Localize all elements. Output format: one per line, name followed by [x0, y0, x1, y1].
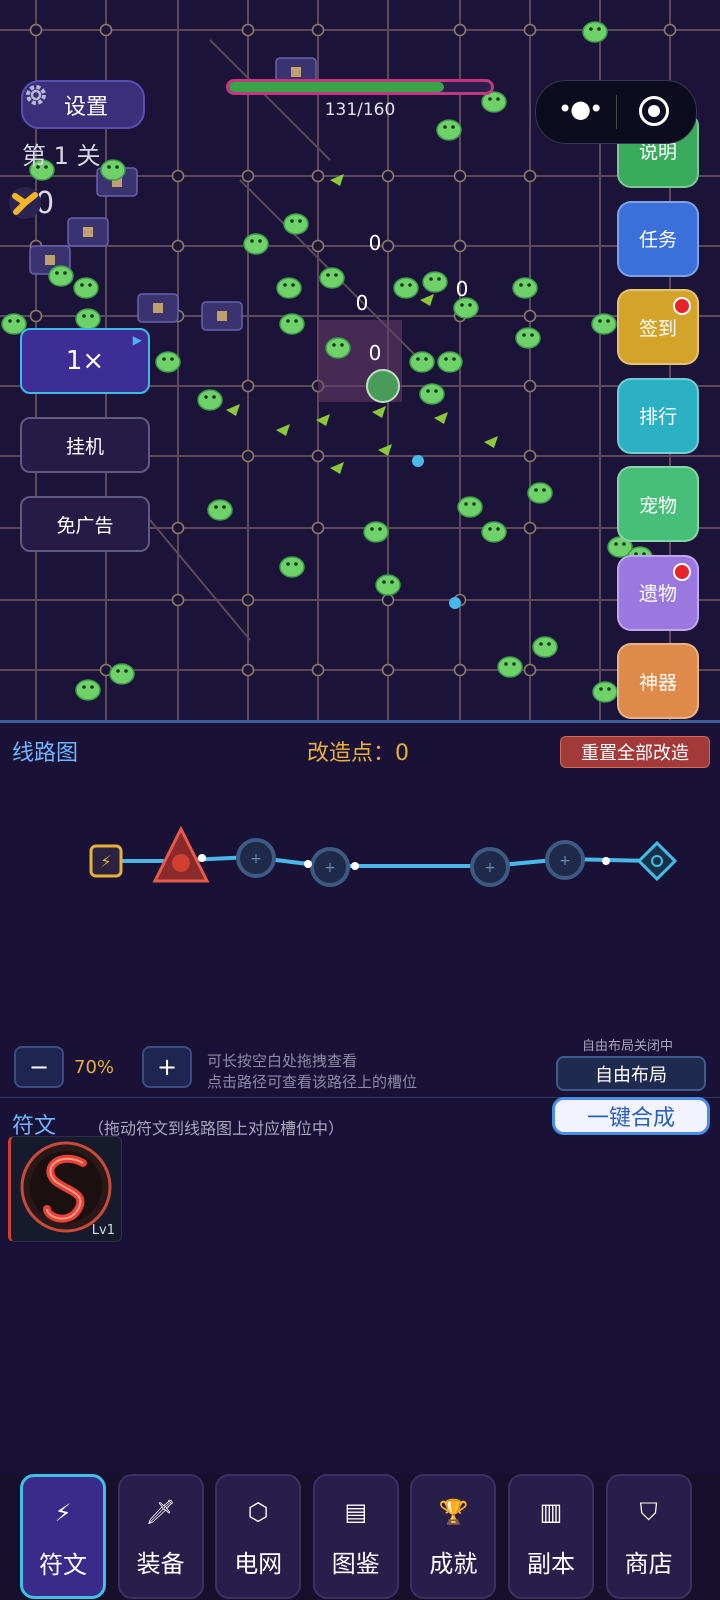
empty-slot[interactable]: +: [470, 847, 510, 887]
menu-button-label: 宠物: [638, 494, 677, 517]
notification-dot: [673, 297, 691, 315]
no-ads-label: 免广告: [56, 514, 114, 537]
bottom-navigation: ⚡ 符文 🗡 装备 ⬡ 电网 ▤ 图鉴 🏆 成就 ▥ 副本 ⛉ 商店: [0, 1474, 720, 1600]
settings-button[interactable]: 设置: [21, 80, 145, 129]
menu-button-2[interactable]: 签到: [617, 289, 699, 365]
mod-points: 改造点：0: [307, 741, 409, 766]
hexagon-icon: ⬡: [247, 1498, 269, 1526]
nav-tab-0[interactable]: ⚡ 符文: [20, 1474, 106, 1599]
hint-line-1: 可长按空白处拖拽查看: [207, 1052, 358, 1070]
target-diamond-node[interactable]: [636, 840, 678, 882]
zoom-in-button[interactable]: +: [142, 1046, 192, 1088]
lightning-source-node[interactable]: ⚡: [89, 844, 123, 878]
nav-tab-1[interactable]: 🗡 装备: [117, 1474, 204, 1599]
idle-button[interactable]: 挂机: [20, 417, 150, 473]
idle-label: 挂机: [65, 435, 104, 458]
rune-card[interactable]: Lv1: [8, 1136, 122, 1242]
svg-text:⚡: ⚡: [100, 852, 111, 871]
reset-all-label: 重置全部改造: [581, 743, 689, 764]
circuit-title: 线路图: [12, 741, 79, 766]
damage-number: 0: [369, 341, 382, 365]
reset-all-button[interactable]: 重置全部改造: [560, 736, 710, 768]
coin-counter: 10: [8, 186, 54, 221]
nav-tab-4[interactable]: 🏆 成就: [410, 1474, 497, 1599]
miniprogram-capsule: •●•: [535, 80, 697, 144]
circuit-path[interactable]: ⚡ + + + +: [0, 783, 720, 933]
svg-text:+: +: [484, 860, 496, 876]
hp-text: 131/160: [324, 100, 396, 120]
nav-tab-2[interactable]: ⬡ 电网: [215, 1474, 302, 1599]
flag-icon: ▶: [132, 333, 142, 347]
speed-button[interactable]: ▶ 1×: [20, 328, 150, 394]
menu-button-label: 遗物: [638, 583, 677, 605]
menu-button-label: 任务: [638, 229, 677, 251]
nav-tab-5[interactable]: ▥ 副本: [508, 1474, 594, 1599]
shop-bag-icon: ⛉: [639, 1498, 658, 1526]
nav-tab-label: 符文: [39, 1551, 87, 1579]
menu-button-label: 神器: [638, 671, 677, 694]
capsule-divider: [616, 95, 617, 129]
svg-text:+: +: [324, 860, 336, 876]
menu-button-4[interactable]: 宠物: [617, 466, 699, 542]
boss-hp-bar: [226, 79, 494, 95]
nav-tab-3[interactable]: ▤ 图鉴: [312, 1474, 399, 1599]
rune-level: Lv1: [91, 1223, 115, 1238]
close-target-icon[interactable]: [639, 96, 669, 126]
zoom-out-button[interactable]: −: [14, 1046, 64, 1088]
no-ads-button[interactable]: 免广告: [20, 496, 150, 552]
nav-tab-label: 成就: [429, 1550, 478, 1578]
nav-tab-label: 副本: [527, 1550, 575, 1578]
damage-number: 0: [369, 231, 382, 255]
notification-dot: [673, 562, 691, 581]
svg-text:+: +: [250, 851, 262, 867]
merge-label: 一键合成: [586, 1106, 675, 1131]
nav-tab-label: 商店: [624, 1550, 673, 1578]
svg-text:+: +: [559, 853, 571, 869]
damage-number: 0: [456, 277, 469, 301]
menu-button-6[interactable]: 神器: [617, 643, 699, 719]
empty-slot[interactable]: +: [236, 838, 276, 878]
damage-number: 0: [356, 291, 369, 315]
trophy-icon: 🏆: [438, 1498, 469, 1526]
menu-button-label: 签到: [638, 317, 677, 340]
menu-button-label: 排行: [638, 406, 677, 428]
zoom-value: 70%: [74, 1057, 115, 1078]
free-layout-status: 自由布局关闭中: [582, 1039, 674, 1054]
castle-icon: ▥: [539, 1498, 563, 1526]
empty-slot[interactable]: +: [545, 840, 585, 880]
zoom-in-label: +: [156, 1053, 178, 1081]
lightning-icon: ⚡: [54, 1499, 72, 1527]
rune-slot-serpent[interactable]: [152, 825, 210, 883]
rune-hint: （拖动符文到线路图上对应槽位中）: [88, 1119, 345, 1138]
hp-bar-fill: [229, 82, 444, 92]
menu-button-5[interactable]: 遗物: [617, 554, 699, 631]
free-layout-button[interactable]: 自由布局: [556, 1056, 706, 1091]
one-click-merge-button[interactable]: 一键合成: [552, 1097, 710, 1135]
hint-line-2: 点击路径可查看该路径上的槽位: [207, 1073, 418, 1091]
nav-tab-6[interactable]: ⛉ 商店: [605, 1474, 692, 1599]
free-layout-label: 自由布局: [595, 1064, 667, 1086]
nav-tab-label: 图鉴: [331, 1550, 380, 1578]
book-icon: ▤: [344, 1498, 368, 1526]
menu-button-1[interactable]: 任务: [617, 200, 699, 277]
settings-label: 设置: [63, 94, 108, 120]
battlefield: 0000 131/160 设置 第 1 关 10 ▶ 1× 挂机 免广告 说明: [0, 0, 720, 720]
nav-tab-label: 装备: [136, 1550, 185, 1578]
nav-tab-label: 电网: [234, 1550, 283, 1578]
sword-icon: 🗡: [145, 1498, 176, 1526]
zoom-out-label: −: [28, 1053, 50, 1081]
menu-button-3[interactable]: 排行: [617, 377, 699, 454]
more-menu-icon[interactable]: •●•: [558, 95, 603, 123]
speed-label: 1×: [65, 346, 105, 376]
level-label: 第 1 关: [22, 142, 101, 170]
empty-slot[interactable]: +: [310, 847, 350, 887]
